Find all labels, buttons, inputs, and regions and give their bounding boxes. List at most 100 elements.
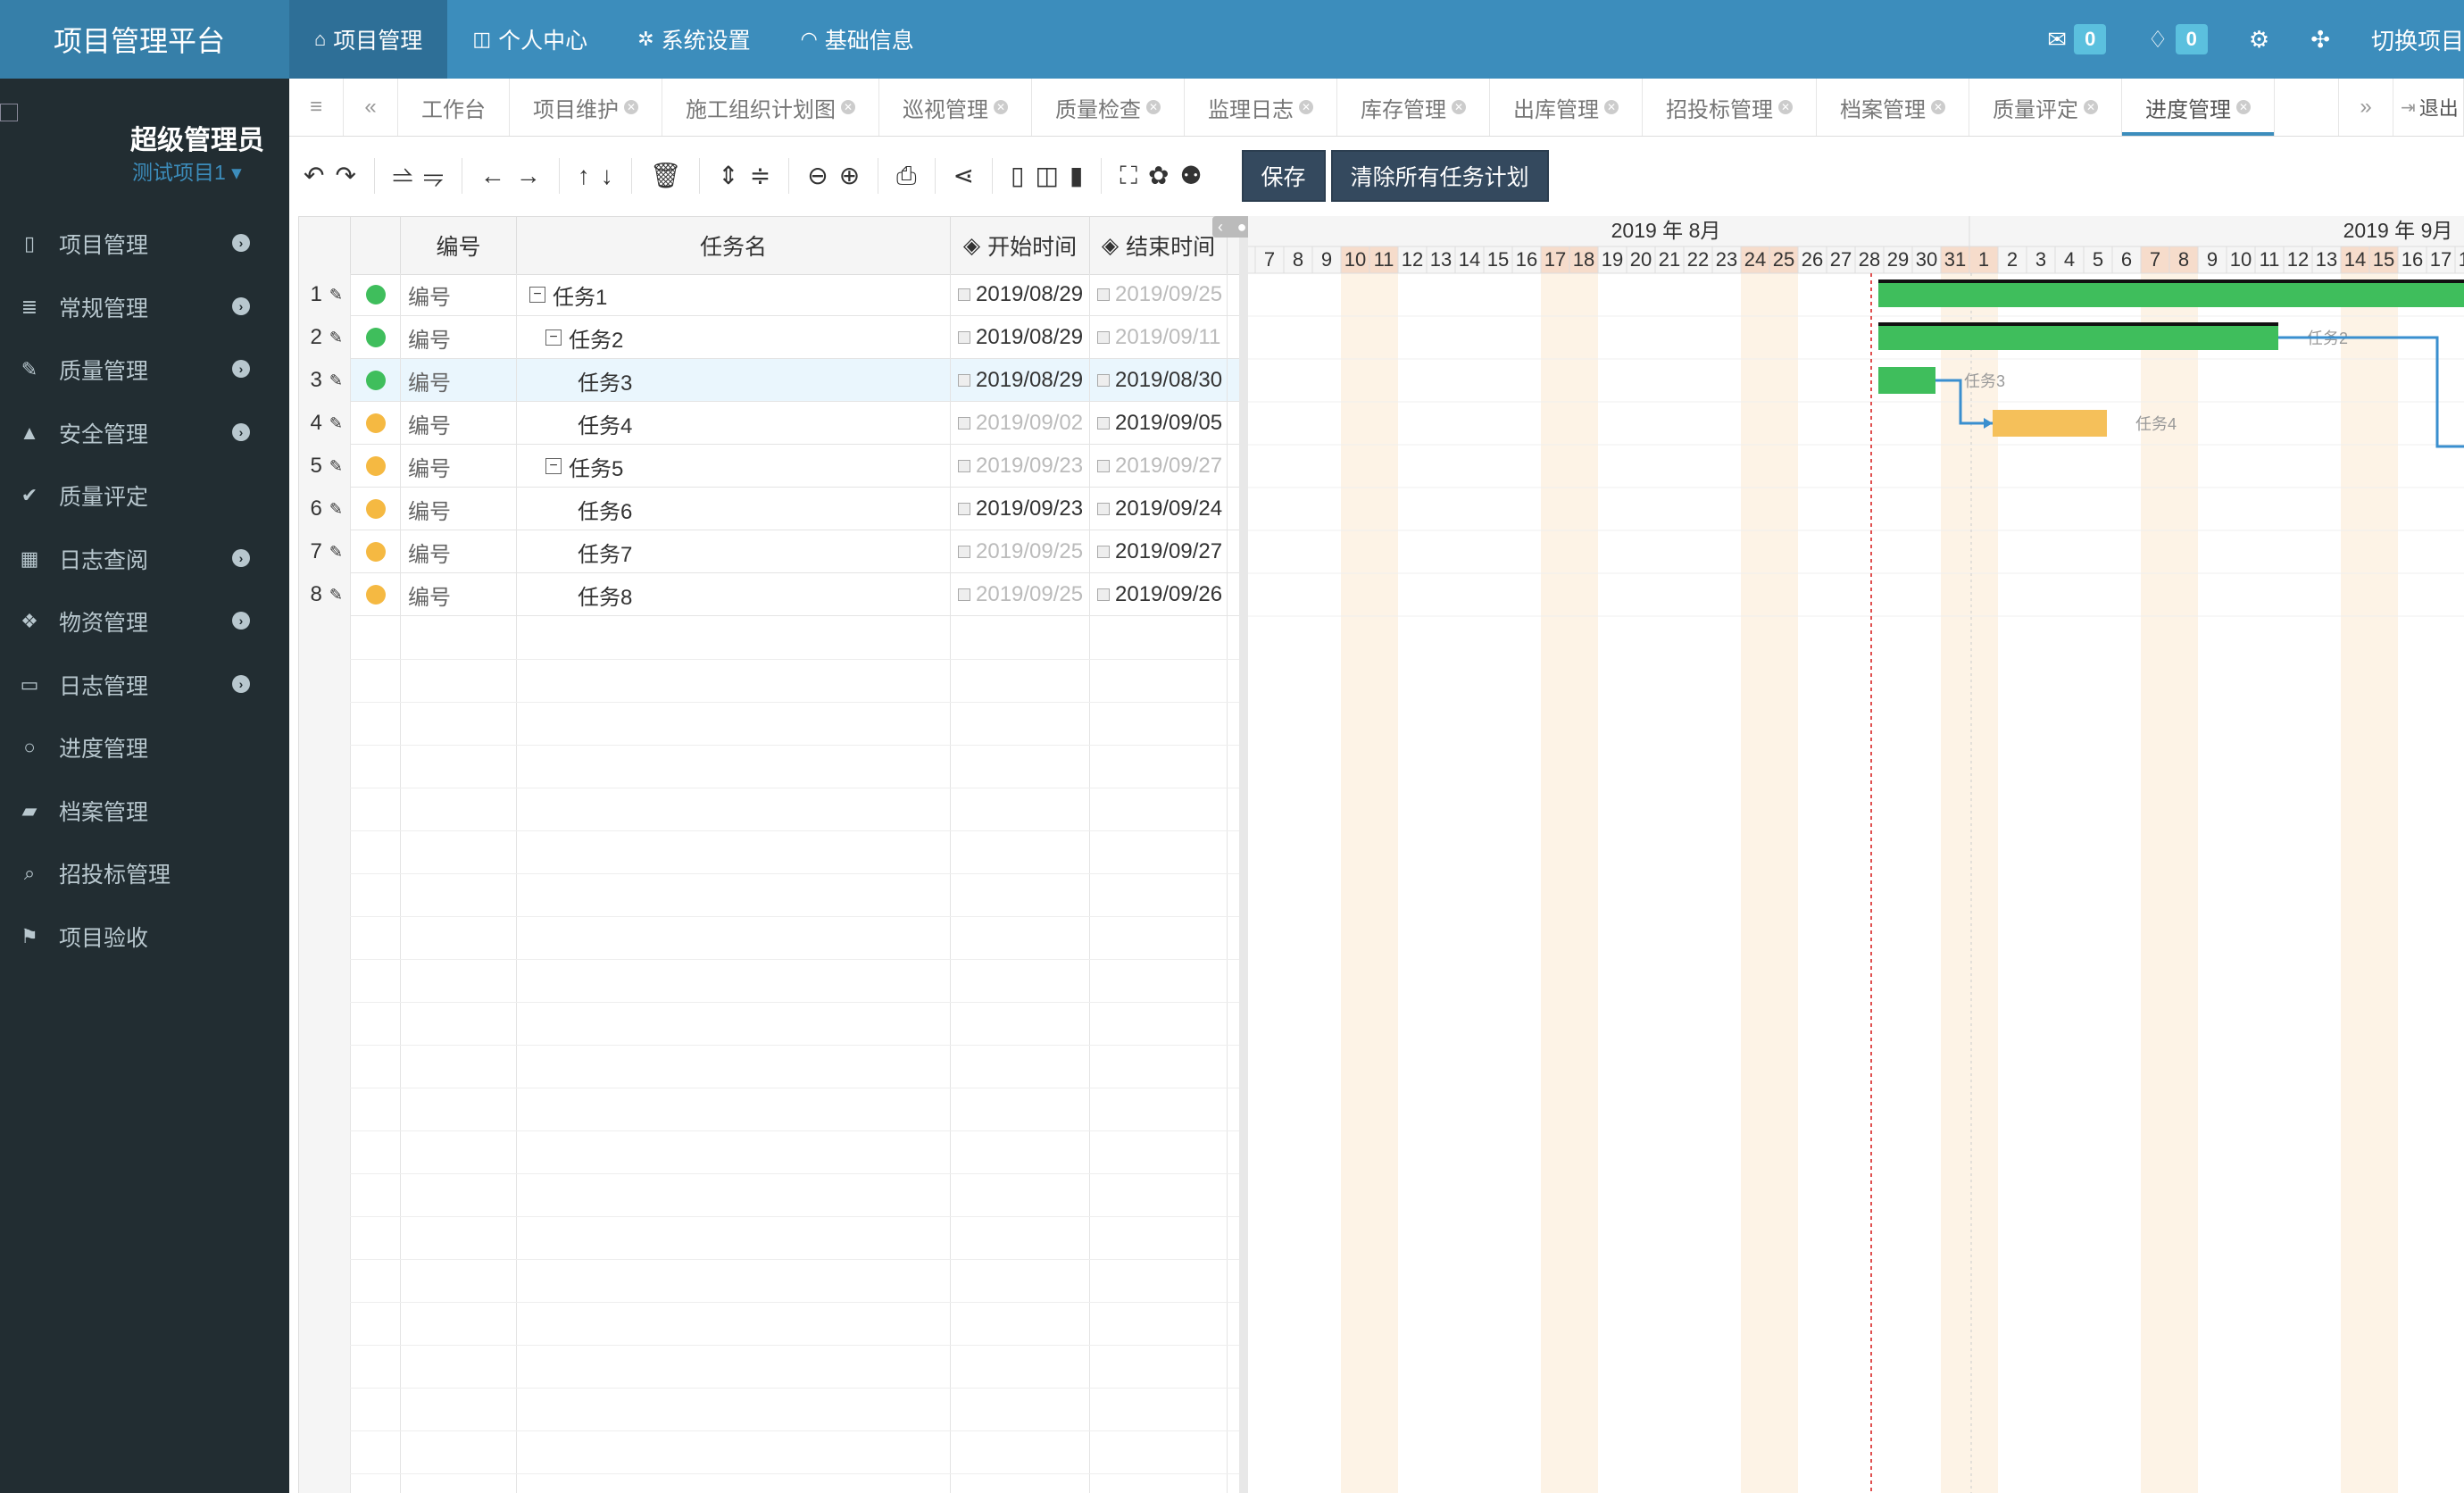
checkbox[interactable] — [958, 503, 970, 515]
close-icon[interactable]: ✕ — [1604, 100, 1619, 114]
close-icon[interactable]: ✕ — [624, 100, 638, 114]
sidebar-item-11[interactable]: ⚑ 项目验收 — [0, 905, 289, 969]
header-start[interactable]: ◈ 开始时间 — [951, 217, 1090, 274]
start-cell[interactable]: 2019/09/23 — [951, 445, 1090, 488]
table-row[interactable]: 2 ✎ 编号 − 任务2 2019/08/29 2019/09/11 — [299, 316, 1240, 359]
gantt-only-icon[interactable]: ▮ — [1070, 158, 1083, 194]
insert-above-icon[interactable]: ⥬ — [393, 158, 412, 194]
checkbox[interactable] — [1097, 460, 1110, 472]
checkbox[interactable] — [1097, 417, 1110, 430]
table-row[interactable]: 4 ✎ 编号 任务4 2019/09/02 2019/09/05 — [299, 402, 1240, 445]
outdent-icon[interactable]: ← — [480, 158, 505, 194]
sidebar-item-7[interactable]: ▭ 日志管理 › — [0, 654, 289, 717]
sidebar-item-6[interactable]: ❖ 物资管理 › — [0, 590, 289, 654]
code-cell[interactable]: 编号 — [401, 273, 517, 316]
expand-all-icon[interactable]: ⇕ — [718, 158, 738, 194]
table-row[interactable]: 5 ✎ 编号 − 任务5 2019/09/23 2019/09/27 — [299, 445, 1240, 488]
pencil-icon[interactable]: ✎ — [329, 457, 343, 476]
notifications-button[interactable]: ♢ 0 — [2147, 24, 2208, 54]
pencil-icon[interactable]: ✎ — [329, 329, 343, 347]
header-name[interactable]: 任务名 — [517, 217, 951, 274]
close-icon[interactable]: ✕ — [1299, 100, 1313, 114]
sidebar-item-10[interactable]: ⌕ 招投标管理 — [0, 842, 289, 905]
sidebar-item-2[interactable]: ✎ 质量管理 › — [0, 338, 289, 402]
start-cell[interactable]: 2019/08/29 — [951, 316, 1090, 359]
app-title[interactable]: 项目管理平台 — [0, 0, 289, 79]
checkbox[interactable] — [958, 288, 970, 301]
code-cell[interactable]: 编号 — [401, 359, 517, 402]
sidebar-item-5[interactable]: ▦ 日志查阅 › — [0, 528, 289, 591]
close-icon[interactable]: ✕ — [841, 100, 855, 114]
tab-8[interactable]: 招投标管理 ✕ — [1643, 79, 1817, 136]
checkbox[interactable] — [958, 374, 970, 387]
checkbox[interactable] — [1097, 588, 1110, 601]
table-row[interactable]: 1 ✎ 编号 − 任务1 2019/08/29 2019/09/25 — [299, 273, 1240, 316]
tab-6[interactable]: 库存管理 ✕ — [1337, 79, 1490, 136]
zoom-out-icon[interactable]: ⊖ — [807, 158, 828, 194]
insert-below-icon[interactable]: ⥭ — [423, 158, 443, 194]
name-cell[interactable]: − 任务5 — [517, 445, 951, 488]
header-code[interactable]: 编号 — [401, 217, 517, 274]
name-cell[interactable]: − 任务1 — [517, 273, 951, 316]
fullscreen-icon[interactable]: ⛶ — [1120, 158, 1137, 194]
start-cell[interactable]: 2019/09/23 — [951, 488, 1090, 530]
tab-scroll-left-button[interactable]: « — [344, 79, 398, 136]
name-cell[interactable]: 任务7 — [517, 530, 951, 573]
tab-11[interactable]: 进度管理 ✕ — [2122, 79, 2275, 136]
checkbox[interactable] — [1097, 503, 1110, 515]
users-icon[interactable]: ⚉ — [1179, 158, 1202, 194]
topnav-item-2[interactable]: ✲ 系统设置 — [612, 0, 775, 79]
table-row[interactable]: 3 ✎ 编号 任务3 2019/08/29 2019/08/30 — [299, 359, 1240, 402]
sidebar-item-0[interactable]: ▯ 项目管理 › — [0, 213, 289, 276]
checkbox[interactable] — [1097, 288, 1110, 301]
settings-button[interactable]: ⚙ — [2249, 26, 2269, 54]
name-cell[interactable]: 任务8 — [517, 573, 951, 616]
tab-4[interactable]: 质量检查 ✕ — [1032, 79, 1185, 136]
menu-toggle-button[interactable]: ≡ — [289, 79, 344, 136]
checkbox[interactable] — [1097, 546, 1110, 558]
code-cell[interactable]: 编号 — [401, 573, 517, 616]
checkbox[interactable] — [958, 546, 970, 558]
end-cell[interactable]: 2019/09/27 — [1090, 445, 1228, 488]
close-icon[interactable]: ✕ — [994, 100, 1008, 114]
topnav-item-3[interactable]: ◠ 基础信息 — [776, 0, 939, 79]
header-end[interactable]: ◈ 结束时间 — [1090, 217, 1228, 274]
code-cell[interactable]: 编号 — [401, 530, 517, 573]
pencil-icon[interactable]: ✎ — [329, 414, 343, 433]
checkbox[interactable] — [958, 331, 970, 344]
start-cell[interactable]: 2019/08/29 — [951, 273, 1090, 316]
name-cell[interactable]: 任务6 — [517, 488, 951, 530]
tab-2[interactable]: 施工组织计划图 ✕ — [662, 79, 879, 136]
tab-scroll-right-button[interactable]: » — [2338, 79, 2393, 136]
logout-button[interactable]: ⇥ 退出 — [2393, 79, 2464, 136]
collapse-icon[interactable]: − — [529, 287, 545, 303]
split-view-icon[interactable]: ◫ — [1035, 158, 1058, 194]
tab-5[interactable]: 监理日志 ✕ — [1185, 79, 1337, 136]
end-cell[interactable]: 2019/09/26 — [1090, 573, 1228, 616]
sidebar-item-8[interactable]: ○ 进度管理 — [0, 716, 289, 780]
code-cell[interactable]: 编号 — [401, 316, 517, 359]
close-icon[interactable]: ✕ — [1452, 100, 1466, 114]
palette-icon[interactable]: ✿ — [1148, 158, 1169, 194]
fullscreen-button[interactable]: ✣ — [2310, 26, 2330, 54]
checkbox[interactable] — [1097, 331, 1110, 344]
start-cell[interactable]: 2019/09/25 — [951, 573, 1090, 616]
redo-icon[interactable]: ↷ — [335, 158, 355, 194]
sidebar-item-3[interactable]: ▲ 安全管理 › — [0, 402, 289, 465]
checkbox[interactable] — [958, 417, 970, 430]
critical-path-icon[interactable]: ⋖ — [953, 158, 974, 194]
undo-icon[interactable]: ↶ — [304, 158, 324, 194]
end-cell[interactable]: 2019/08/30 — [1090, 359, 1228, 402]
tab-9[interactable]: 档案管理 ✕ — [1817, 79, 1969, 136]
end-cell[interactable]: 2019/09/25 — [1090, 273, 1228, 316]
clear-tasks-button[interactable]: 清除所有任务计划 — [1330, 150, 1549, 202]
checkbox[interactable] — [958, 588, 970, 601]
collapse-all-icon[interactable]: ≑ — [750, 158, 770, 194]
tab-0[interactable]: 工作台 — [398, 79, 510, 136]
trash-icon[interactable]: 🗑 — [650, 158, 682, 194]
close-icon[interactable]: ✕ — [1146, 100, 1161, 114]
print-icon[interactable]: ⎙ — [896, 158, 916, 194]
name-cell[interactable]: 任务4 — [517, 402, 951, 445]
move-down-icon[interactable]: ↓ — [601, 158, 613, 194]
tab-10[interactable]: 质量评定 ✕ — [1969, 79, 2122, 136]
